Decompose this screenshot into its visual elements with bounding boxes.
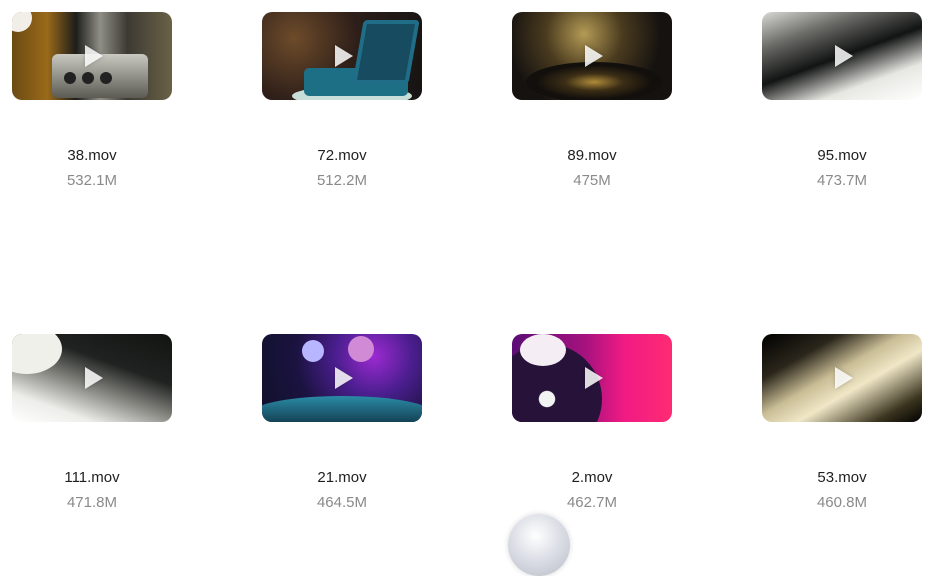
video-tile[interactable]: 2.mov 462.7M xyxy=(512,334,672,512)
thumbnail-art xyxy=(352,20,420,84)
file-size: 532.1M xyxy=(66,172,118,189)
floating-action-bubble[interactable] xyxy=(508,514,570,576)
video-thumbnail[interactable] xyxy=(512,12,672,100)
file-name[interactable]: 95.mov xyxy=(762,147,922,165)
play-icon[interactable] xyxy=(85,45,103,67)
video-tile[interactable]: 53.mov 460.8M xyxy=(762,334,922,512)
video-thumbnail[interactable] xyxy=(762,12,922,100)
thumbnail-art xyxy=(12,12,32,32)
file-name[interactable]: 53.mov xyxy=(762,469,922,487)
file-size: 460.8M xyxy=(816,494,868,511)
file-size: 512.2M xyxy=(316,172,368,189)
thumbnail-art xyxy=(82,72,94,84)
play-icon[interactable] xyxy=(585,367,603,389)
play-icon[interactable] xyxy=(335,367,353,389)
thumbnail-art xyxy=(348,336,374,362)
video-thumbnail[interactable] xyxy=(512,334,672,422)
video-grid: 38.mov 532.1M 72.mov 512.2M 89.mov 475M … xyxy=(0,0,942,576)
file-size: 464.5M xyxy=(316,494,368,511)
file-name[interactable]: 38.mov xyxy=(12,147,172,165)
file-name[interactable]: 21.mov xyxy=(262,469,422,487)
video-tile[interactable]: 89.mov 475M xyxy=(512,12,672,190)
file-name[interactable]: 89.mov xyxy=(512,147,672,165)
video-tile[interactable]: 21.mov 464.5M xyxy=(262,334,422,512)
file-name[interactable]: 72.mov xyxy=(262,147,422,165)
thumbnail-art xyxy=(12,334,62,374)
thumbnail-art xyxy=(520,334,566,366)
thumbnail-art xyxy=(100,72,112,84)
video-tile[interactable]: 111.mov 471.8M xyxy=(12,334,172,512)
play-icon[interactable] xyxy=(585,45,603,67)
play-icon[interactable] xyxy=(835,367,853,389)
file-size: 475M xyxy=(573,172,611,189)
thumbnail-art xyxy=(526,62,662,100)
thumbnail-art xyxy=(262,396,422,422)
file-name[interactable]: 2.mov xyxy=(512,469,672,487)
video-tile[interactable]: 95.mov 473.7M xyxy=(762,12,922,190)
play-icon[interactable] xyxy=(85,367,103,389)
thumbnail-art xyxy=(302,340,324,362)
thumbnail-art xyxy=(64,72,76,84)
file-size: 473.7M xyxy=(816,172,868,189)
file-size: 462.7M xyxy=(566,494,618,511)
video-tile[interactable]: 72.mov 512.2M xyxy=(262,12,422,190)
file-size: 471.8M xyxy=(66,494,118,511)
play-icon[interactable] xyxy=(335,45,353,67)
video-thumbnail[interactable] xyxy=(262,334,422,422)
play-icon[interactable] xyxy=(835,45,853,67)
video-thumbnail[interactable] xyxy=(762,334,922,422)
video-thumbnail[interactable] xyxy=(262,12,422,100)
video-thumbnail[interactable] xyxy=(12,12,172,100)
video-thumbnail[interactable] xyxy=(12,334,172,422)
file-name[interactable]: 111.mov xyxy=(12,469,172,487)
video-tile[interactable]: 38.mov 532.1M xyxy=(12,12,172,190)
